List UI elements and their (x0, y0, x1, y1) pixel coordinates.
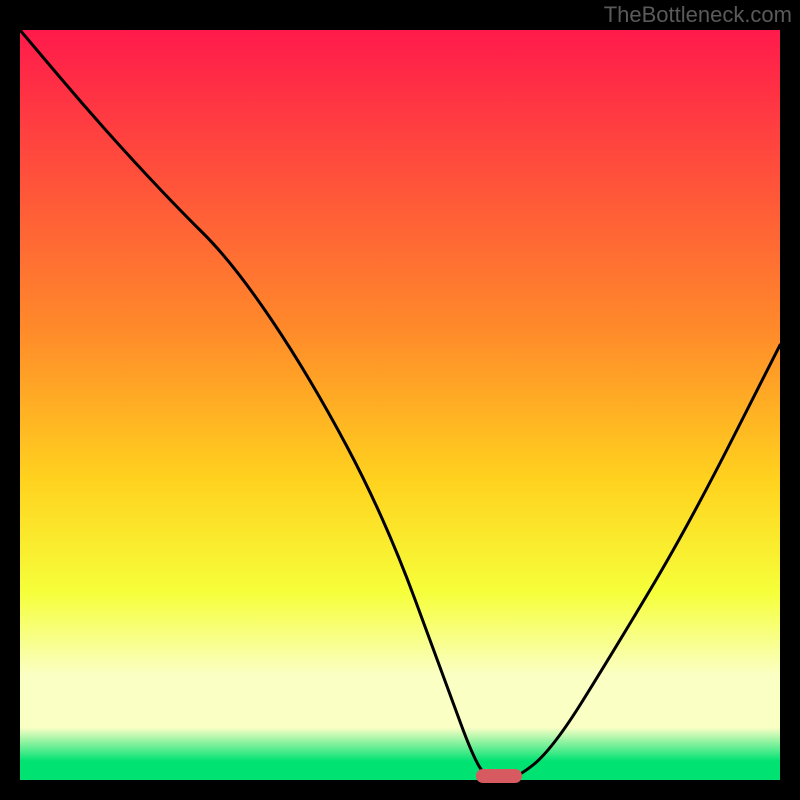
bottleneck-curve (20, 30, 780, 780)
optimum-marker (476, 769, 522, 783)
chart-container: TheBottleneck.com (0, 0, 800, 800)
attribution-label: TheBottleneck.com (604, 2, 792, 28)
plot-area (20, 30, 780, 780)
